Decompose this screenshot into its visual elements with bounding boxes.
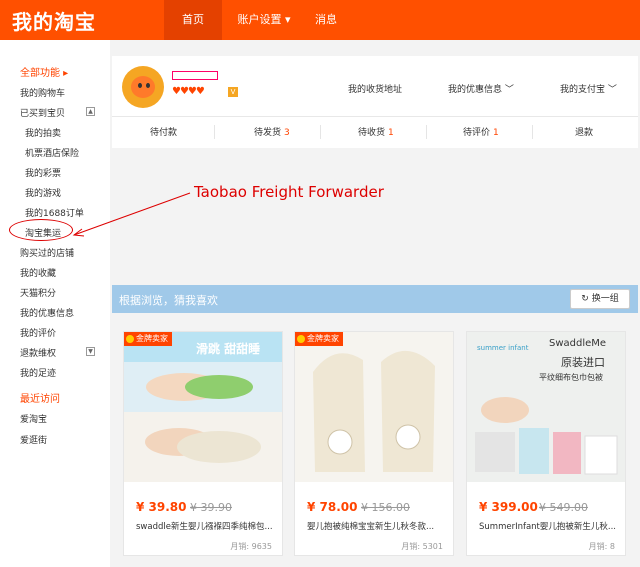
product-monthly-sales: 月销: 8 bbox=[588, 542, 615, 551]
recommend-title: 根据浏览，猜我喜欢 bbox=[119, 294, 218, 307]
product-title[interactable]: swaddle新生婴儿襁褓四季纯棉包... bbox=[136, 520, 276, 532]
product-monthly-sales: 月销: 9635 bbox=[230, 542, 272, 551]
sidebar-item-tmall-points[interactable]: 天猫积分 bbox=[20, 286, 56, 299]
sidebar-item-auction[interactable]: 我的拍卖 bbox=[25, 126, 61, 139]
medal-icon bbox=[126, 335, 134, 343]
sidebar-item-games[interactable]: 我的游戏 bbox=[25, 186, 61, 199]
divider bbox=[426, 125, 427, 139]
avatar-eye-icon bbox=[146, 83, 150, 88]
logo[interactable]: 我的淘宝 bbox=[12, 6, 96, 35]
order-pending-receipt[interactable]: 待收货 1 bbox=[358, 125, 394, 138]
product-monthly-sales: 月销: 5301 bbox=[401, 542, 443, 551]
sidebar-item-visited-shops[interactable]: 购买过的店铺 bbox=[20, 246, 74, 259]
order-status-bar: 待付款 待发货 3 待收货 1 待评价 1 退款 bbox=[112, 116, 638, 147]
sidebar: 全部功能 ▸ 我的购物车 已买到宝贝 ▲ 我的拍卖 机票酒店保险 我的彩票 我的… bbox=[0, 40, 110, 567]
sidebar-item-footprints[interactable]: 我的足迹 bbox=[20, 366, 56, 379]
order-refund[interactable]: 退款 bbox=[575, 125, 593, 138]
product-photo-baby-wrap bbox=[295, 332, 453, 482]
order-pending-review[interactable]: 待评价 1 bbox=[463, 125, 499, 138]
gold-seller-badge: 金牌卖家 bbox=[295, 332, 343, 346]
coupon-info-link[interactable]: 我的优惠信息 ﹀ bbox=[448, 82, 514, 95]
medal-icon bbox=[297, 335, 305, 343]
top-bar: 我的淘宝 首页 账户设置 ▾ 消息 bbox=[0, 0, 640, 40]
nav-account-settings[interactable]: 账户设置 ▾ bbox=[230, 0, 298, 40]
avatar-eye-icon bbox=[138, 83, 142, 88]
product-original-price: ¥ 39.90 bbox=[190, 501, 232, 514]
sidebar-item-lottery[interactable]: 我的彩票 bbox=[25, 166, 61, 179]
sidebar-item-bought[interactable]: 已买到宝贝 bbox=[20, 106, 65, 119]
sidebar-item-favorites[interactable]: 我的收藏 bbox=[20, 266, 56, 279]
sidebar-all-functions[interactable]: 全部功能 ▸ bbox=[20, 64, 68, 79]
product-price: ¥ 78.00 bbox=[307, 500, 358, 514]
product-image[interactable] bbox=[295, 332, 453, 482]
recommend-bar: 根据浏览，猜我喜欢 ↻ 换一组 bbox=[112, 285, 638, 313]
product-original-price: ¥ 549.00 bbox=[539, 501, 588, 514]
divider bbox=[532, 125, 533, 139]
product-card[interactable]: summer infant SwaddleMe 原装进口 平纹细布包巾包被 ¥ … bbox=[466, 331, 626, 556]
product-image[interactable]: 滑跳 甜甜睡 bbox=[124, 332, 282, 482]
collapse-icon[interactable]: ▲ bbox=[86, 107, 95, 116]
product-image-caption: 滑跳 甜甜睡 bbox=[196, 342, 261, 356]
divider bbox=[320, 125, 321, 139]
username-redacted bbox=[172, 71, 218, 80]
product-card[interactable]: 金牌卖家 ¥ 78.00 ¥ 156.00 婴儿抱被纯棉宝宝新生儿秋冬款... … bbox=[294, 331, 454, 556]
sidebar-recent-title: 最近访问 bbox=[20, 394, 60, 405]
sidebar-item-cart[interactable]: 我的购物车 bbox=[20, 86, 65, 99]
product-image-subtitle: 原装进口 bbox=[561, 356, 605, 369]
order-pending-payment[interactable]: 待付款 bbox=[150, 125, 180, 138]
address-link[interactable]: 我的收货地址 bbox=[348, 82, 402, 95]
nav-home[interactable]: 首页 bbox=[164, 0, 222, 40]
annotation-ellipse bbox=[9, 219, 73, 241]
product-image-subtitle-2: 平纹细布包巾包被 bbox=[539, 373, 603, 382]
avatar-face-icon bbox=[131, 76, 155, 98]
product-price: ¥ 399.00 bbox=[479, 500, 538, 514]
product-image[interactable]: summer infant SwaddleMe 原装进口 平纹细布包巾包被 bbox=[467, 332, 625, 482]
alipay-link[interactable]: 我的支付宝 ﹀ bbox=[560, 82, 617, 95]
credit-hearts: ♥♥♥♥ bbox=[172, 86, 205, 97]
expand-icon[interactable]: ▼ bbox=[86, 347, 95, 356]
vip-icon[interactable]: V bbox=[228, 87, 238, 97]
sidebar-recent-ai-taobao[interactable]: 爱淘宝 bbox=[20, 412, 47, 425]
product-title[interactable]: SummerInfant婴儿抱被新生儿秋... bbox=[479, 520, 619, 532]
product-price: ¥ 39.80 bbox=[136, 500, 187, 514]
nav-messages[interactable]: 消息 bbox=[308, 0, 344, 40]
sidebar-item-coupons[interactable]: 我的优惠信息 bbox=[20, 306, 74, 319]
divider bbox=[214, 125, 215, 139]
gold-seller-badge: 金牌卖家 bbox=[124, 332, 172, 346]
profile-panel: ♥♥♥♥ V 我的收货地址 我的优惠信息 ﹀ 我的支付宝 ﹀ 待付款 待发货 3 … bbox=[112, 56, 638, 148]
sidebar-item-reviews[interactable]: 我的评价 bbox=[20, 326, 56, 339]
annotation-label: Taobao Freight Forwarder bbox=[194, 183, 384, 201]
avatar[interactable] bbox=[122, 66, 164, 108]
product-original-price: ¥ 156.00 bbox=[361, 501, 410, 514]
sidebar-item-1688-orders[interactable]: 我的1688订单 bbox=[25, 206, 84, 219]
swap-batch-button[interactable]: ↻ 换一组 bbox=[570, 289, 630, 309]
summer-infant-logo: summer infant bbox=[477, 344, 529, 352]
product-image-title: SwaddleMe bbox=[549, 338, 607, 349]
sidebar-recent-ai-guangjie[interactable]: 爱逛街 bbox=[20, 433, 47, 446]
product-title[interactable]: 婴儿抱被纯棉宝宝新生儿秋冬款... bbox=[307, 520, 447, 532]
product-card[interactable]: 滑跳 甜甜睡 金牌卖家 ¥ 39.80 ¥ 39.90 swaddle新生婴儿襁… bbox=[123, 331, 283, 556]
sidebar-item-travel[interactable]: 机票酒店保险 bbox=[25, 146, 79, 159]
order-pending-shipment[interactable]: 待发货 3 bbox=[254, 125, 290, 138]
sidebar-item-refunds[interactable]: 退款维权 bbox=[20, 346, 56, 359]
